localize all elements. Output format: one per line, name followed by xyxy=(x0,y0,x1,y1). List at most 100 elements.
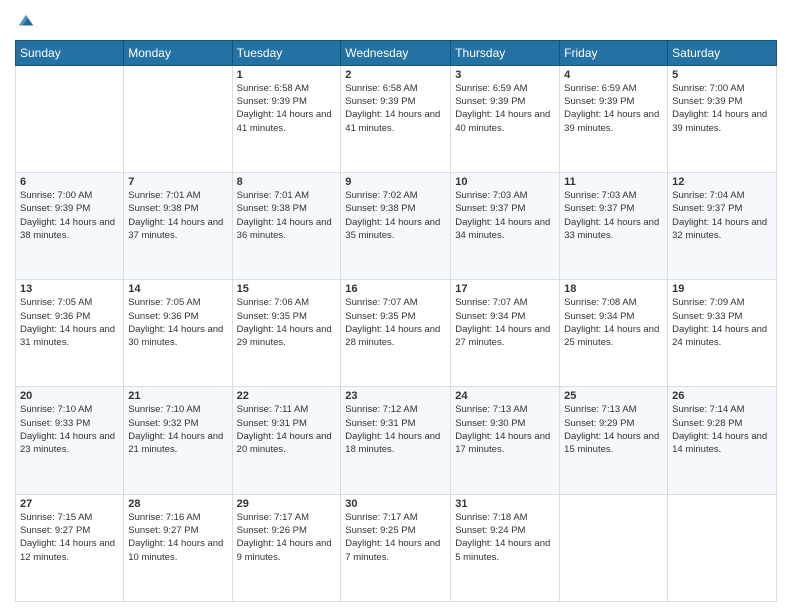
day-number: 13 xyxy=(20,283,119,295)
day-number: 9 xyxy=(345,176,446,188)
logo-icon xyxy=(17,12,35,30)
day-number: 28 xyxy=(128,498,227,510)
day-number: 14 xyxy=(128,283,227,295)
day-info: Sunrise: 7:04 AMSunset: 9:37 PMDaylight:… xyxy=(672,189,772,242)
day-info: Sunrise: 7:00 AMSunset: 9:39 PMDaylight:… xyxy=(20,189,119,242)
day-info: Sunrise: 7:13 AMSunset: 9:30 PMDaylight:… xyxy=(455,403,555,456)
day-info: Sunrise: 6:59 AMSunset: 9:39 PMDaylight:… xyxy=(455,82,555,135)
day-number: 22 xyxy=(237,390,337,402)
weekday-header-wednesday: Wednesday xyxy=(341,40,451,65)
day-number: 25 xyxy=(564,390,663,402)
day-info: Sunrise: 7:14 AMSunset: 9:28 PMDaylight:… xyxy=(672,403,772,456)
day-number: 18 xyxy=(564,283,663,295)
day-info: Sunrise: 7:10 AMSunset: 9:33 PMDaylight:… xyxy=(20,403,119,456)
calendar-cell-1-1: 7Sunrise: 7:01 AMSunset: 9:38 PMDaylight… xyxy=(124,173,232,280)
day-info: Sunrise: 7:06 AMSunset: 9:35 PMDaylight:… xyxy=(237,296,337,349)
day-info: Sunrise: 7:01 AMSunset: 9:38 PMDaylight:… xyxy=(128,189,227,242)
day-info: Sunrise: 7:02 AMSunset: 9:38 PMDaylight:… xyxy=(345,189,446,242)
calendar-cell-4-3: 30Sunrise: 7:17 AMSunset: 9:25 PMDayligh… xyxy=(341,494,451,601)
day-number: 2 xyxy=(345,69,446,81)
day-number: 11 xyxy=(564,176,663,188)
weekday-header-friday: Friday xyxy=(560,40,668,65)
calendar-cell-1-2: 8Sunrise: 7:01 AMSunset: 9:38 PMDaylight… xyxy=(232,173,341,280)
day-number: 1 xyxy=(237,69,337,81)
calendar-cell-1-5: 11Sunrise: 7:03 AMSunset: 9:37 PMDayligh… xyxy=(560,173,668,280)
day-number: 19 xyxy=(672,283,772,295)
day-number: 8 xyxy=(237,176,337,188)
day-number: 6 xyxy=(20,176,119,188)
weekday-header-monday: Monday xyxy=(124,40,232,65)
day-number: 4 xyxy=(564,69,663,81)
day-info: Sunrise: 7:16 AMSunset: 9:27 PMDaylight:… xyxy=(128,511,227,564)
calendar-cell-4-6 xyxy=(668,494,777,601)
calendar-week-4: 27Sunrise: 7:15 AMSunset: 9:27 PMDayligh… xyxy=(16,494,777,601)
calendar-cell-0-1 xyxy=(124,65,232,172)
day-number: 16 xyxy=(345,283,446,295)
calendar-cell-0-5: 4Sunrise: 6:59 AMSunset: 9:39 PMDaylight… xyxy=(560,65,668,172)
day-number: 20 xyxy=(20,390,119,402)
day-number: 30 xyxy=(345,498,446,510)
day-number: 3 xyxy=(455,69,555,81)
day-number: 17 xyxy=(455,283,555,295)
calendar-cell-3-6: 26Sunrise: 7:14 AMSunset: 9:28 PMDayligh… xyxy=(668,387,777,494)
day-info: Sunrise: 7:10 AMSunset: 9:32 PMDaylight:… xyxy=(128,403,227,456)
day-info: Sunrise: 7:07 AMSunset: 9:35 PMDaylight:… xyxy=(345,296,446,349)
calendar-cell-4-4: 31Sunrise: 7:18 AMSunset: 9:24 PMDayligh… xyxy=(451,494,560,601)
calendar-cell-2-0: 13Sunrise: 7:05 AMSunset: 9:36 PMDayligh… xyxy=(16,280,124,387)
calendar-cell-0-6: 5Sunrise: 7:00 AMSunset: 9:39 PMDaylight… xyxy=(668,65,777,172)
day-info: Sunrise: 7:05 AMSunset: 9:36 PMDaylight:… xyxy=(20,296,119,349)
calendar-cell-1-6: 12Sunrise: 7:04 AMSunset: 9:37 PMDayligh… xyxy=(668,173,777,280)
calendar-cell-0-3: 2Sunrise: 6:58 AMSunset: 9:39 PMDaylight… xyxy=(341,65,451,172)
calendar-cell-0-2: 1Sunrise: 6:58 AMSunset: 9:39 PMDaylight… xyxy=(232,65,341,172)
page: SundayMondayTuesdayWednesdayThursdayFrid… xyxy=(0,0,792,612)
day-number: 21 xyxy=(128,390,227,402)
calendar-cell-2-1: 14Sunrise: 7:05 AMSunset: 9:36 PMDayligh… xyxy=(124,280,232,387)
weekday-header-row: SundayMondayTuesdayWednesdayThursdayFrid… xyxy=(16,40,777,65)
day-info: Sunrise: 6:58 AMSunset: 9:39 PMDaylight:… xyxy=(237,82,337,135)
day-number: 10 xyxy=(455,176,555,188)
calendar-cell-0-4: 3Sunrise: 6:59 AMSunset: 9:39 PMDaylight… xyxy=(451,65,560,172)
header xyxy=(15,10,777,32)
day-info: Sunrise: 7:03 AMSunset: 9:37 PMDaylight:… xyxy=(564,189,663,242)
day-info: Sunrise: 7:15 AMSunset: 9:27 PMDaylight:… xyxy=(20,511,119,564)
day-number: 27 xyxy=(20,498,119,510)
day-number: 15 xyxy=(237,283,337,295)
calendar-week-1: 6Sunrise: 7:00 AMSunset: 9:39 PMDaylight… xyxy=(16,173,777,280)
calendar-week-3: 20Sunrise: 7:10 AMSunset: 9:33 PMDayligh… xyxy=(16,387,777,494)
calendar-cell-3-4: 24Sunrise: 7:13 AMSunset: 9:30 PMDayligh… xyxy=(451,387,560,494)
calendar-cell-4-5 xyxy=(560,494,668,601)
day-number: 23 xyxy=(345,390,446,402)
weekday-header-saturday: Saturday xyxy=(668,40,777,65)
day-info: Sunrise: 6:58 AMSunset: 9:39 PMDaylight:… xyxy=(345,82,446,135)
day-info: Sunrise: 7:17 AMSunset: 9:26 PMDaylight:… xyxy=(237,511,337,564)
calendar-cell-3-1: 21Sunrise: 7:10 AMSunset: 9:32 PMDayligh… xyxy=(124,387,232,494)
calendar-cell-3-2: 22Sunrise: 7:11 AMSunset: 9:31 PMDayligh… xyxy=(232,387,341,494)
weekday-header-thursday: Thursday xyxy=(451,40,560,65)
weekday-header-tuesday: Tuesday xyxy=(232,40,341,65)
day-number: 29 xyxy=(237,498,337,510)
day-info: Sunrise: 7:12 AMSunset: 9:31 PMDaylight:… xyxy=(345,403,446,456)
calendar-cell-1-4: 10Sunrise: 7:03 AMSunset: 9:37 PMDayligh… xyxy=(451,173,560,280)
weekday-header-sunday: Sunday xyxy=(16,40,124,65)
day-number: 5 xyxy=(672,69,772,81)
logo-text xyxy=(15,10,35,32)
day-info: Sunrise: 7:17 AMSunset: 9:25 PMDaylight:… xyxy=(345,511,446,564)
calendar-cell-2-5: 18Sunrise: 7:08 AMSunset: 9:34 PMDayligh… xyxy=(560,280,668,387)
day-info: Sunrise: 7:11 AMSunset: 9:31 PMDaylight:… xyxy=(237,403,337,456)
calendar-cell-4-2: 29Sunrise: 7:17 AMSunset: 9:26 PMDayligh… xyxy=(232,494,341,601)
calendar-week-0: 1Sunrise: 6:58 AMSunset: 9:39 PMDaylight… xyxy=(16,65,777,172)
day-info: Sunrise: 7:01 AMSunset: 9:38 PMDaylight:… xyxy=(237,189,337,242)
day-number: 24 xyxy=(455,390,555,402)
day-info: Sunrise: 7:08 AMSunset: 9:34 PMDaylight:… xyxy=(564,296,663,349)
day-info: Sunrise: 7:03 AMSunset: 9:37 PMDaylight:… xyxy=(455,189,555,242)
calendar-cell-2-6: 19Sunrise: 7:09 AMSunset: 9:33 PMDayligh… xyxy=(668,280,777,387)
calendar-cell-3-3: 23Sunrise: 7:12 AMSunset: 9:31 PMDayligh… xyxy=(341,387,451,494)
calendar-table: SundayMondayTuesdayWednesdayThursdayFrid… xyxy=(15,40,777,602)
day-number: 26 xyxy=(672,390,772,402)
day-info: Sunrise: 7:05 AMSunset: 9:36 PMDaylight:… xyxy=(128,296,227,349)
calendar-cell-3-0: 20Sunrise: 7:10 AMSunset: 9:33 PMDayligh… xyxy=(16,387,124,494)
day-info: Sunrise: 7:07 AMSunset: 9:34 PMDaylight:… xyxy=(455,296,555,349)
calendar-cell-2-4: 17Sunrise: 7:07 AMSunset: 9:34 PMDayligh… xyxy=(451,280,560,387)
day-info: Sunrise: 7:13 AMSunset: 9:29 PMDaylight:… xyxy=(564,403,663,456)
day-number: 31 xyxy=(455,498,555,510)
